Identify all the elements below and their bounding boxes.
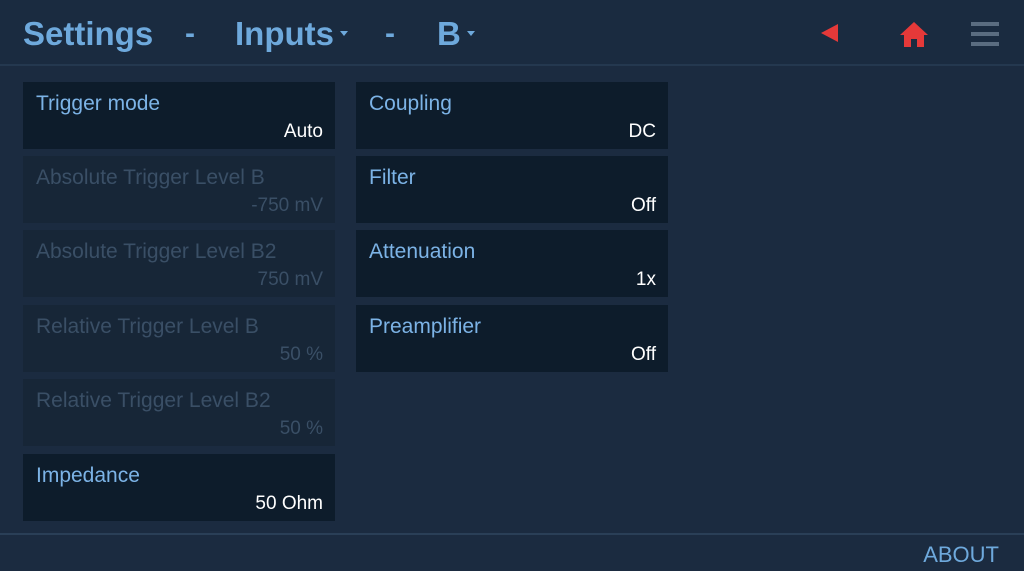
back-button[interactable] xyxy=(818,22,842,44)
setting-label: Preamplifier xyxy=(369,315,482,338)
setting-label: Attenuation xyxy=(369,240,476,263)
hamburger-menu-icon xyxy=(971,22,999,46)
setting-value: 750 mV xyxy=(257,269,323,290)
setting-label: Impedance xyxy=(36,464,140,487)
setting-tile-absolute-trigger-level-b: Absolute Trigger Level B -750 mV xyxy=(23,156,335,223)
setting-label: Absolute Trigger Level B2 xyxy=(36,240,277,263)
home-icon xyxy=(900,22,928,47)
page-title: Settings xyxy=(23,15,154,52)
setting-value: 50 % xyxy=(279,418,323,439)
setting-tile-relative-trigger-level-b2: Relative Trigger Level B2 50 % xyxy=(23,379,335,446)
setting-tile-attenuation[interactable]: Attenuation 1x xyxy=(356,230,668,297)
setting-tile-filter[interactable]: Filter Off xyxy=(356,156,668,223)
channel-dropdown-label: B xyxy=(437,15,461,52)
section-dropdown[interactable]: Inputs xyxy=(235,15,348,53)
setting-label: Relative Trigger Level B2 xyxy=(36,389,271,412)
setting-label: Coupling xyxy=(369,92,452,115)
setting-value: DC xyxy=(628,121,656,142)
setting-value: -750 mV xyxy=(251,195,323,216)
setting-tile-coupling[interactable]: Coupling DC xyxy=(356,82,668,149)
setting-value: 50 Ohm xyxy=(255,493,323,514)
channel-dropdown[interactable]: B xyxy=(437,15,475,53)
setting-tile-preamplifier[interactable]: Preamplifier Off xyxy=(356,305,668,372)
setting-label: Trigger mode xyxy=(36,92,161,115)
setting-tile-absolute-trigger-level-b2: Absolute Trigger Level B2 750 mV xyxy=(23,230,335,297)
setting-value: Off xyxy=(631,195,656,216)
header-bar: Settings - Inputs - B xyxy=(0,0,1024,66)
back-triangle-icon xyxy=(821,24,838,42)
footer-bar: ABOUT xyxy=(0,533,1024,571)
section-dropdown-label: Inputs xyxy=(235,15,334,52)
breadcrumb-separator: - xyxy=(185,17,195,50)
chevron-down-icon xyxy=(339,30,348,36)
setting-value: 50 % xyxy=(279,344,323,365)
about-link[interactable]: ABOUT xyxy=(923,542,999,568)
chevron-down-icon xyxy=(466,30,475,36)
setting-tile-impedance[interactable]: Impedance 50 Ohm xyxy=(23,454,335,521)
breadcrumb-separator: - xyxy=(385,17,395,50)
setting-value: 1x xyxy=(635,269,656,290)
home-button[interactable] xyxy=(899,20,929,48)
setting-tile-trigger-mode[interactable]: Trigger mode Auto xyxy=(23,82,335,149)
setting-value: Auto xyxy=(283,121,323,142)
app-window: Settings - Inputs - B Trigger mode Auto … xyxy=(0,0,1024,571)
setting-label: Relative Trigger Level B xyxy=(36,315,259,338)
setting-value: Off xyxy=(631,344,656,365)
setting-tile-relative-trigger-level-b: Relative Trigger Level B 50 % xyxy=(23,305,335,372)
setting-label: Filter xyxy=(369,166,416,189)
menu-button[interactable] xyxy=(970,21,1000,47)
setting-label: Absolute Trigger Level B xyxy=(36,166,265,189)
